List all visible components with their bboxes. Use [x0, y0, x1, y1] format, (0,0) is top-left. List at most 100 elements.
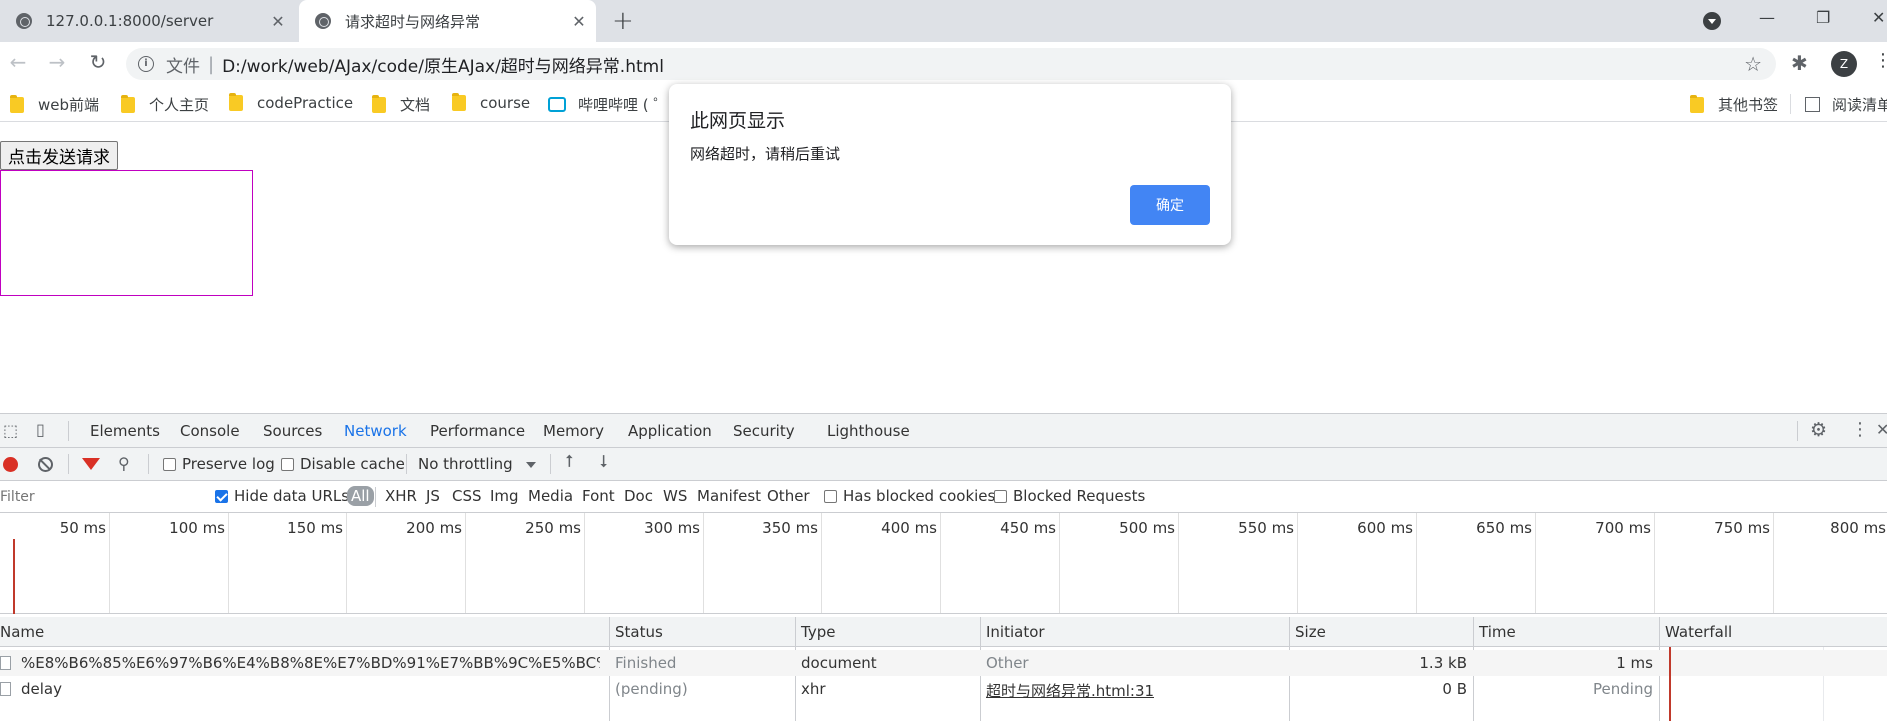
device-toggle-icon[interactable]: ▯	[36, 420, 45, 439]
filter-input[interactable]	[0, 487, 200, 507]
bookmark-item[interactable]: 其他书签	[1690, 94, 1778, 115]
timeline-tick: 200 ms	[406, 519, 462, 537]
tab-server[interactable]: 127.0.0.1:8000/server ✕	[0, 0, 295, 42]
tab-application[interactable]: Application	[628, 422, 712, 440]
send-request-button[interactable]: 点击发送请求	[0, 141, 118, 170]
close-icon[interactable]: ✕	[269, 12, 287, 31]
request-initiator-link[interactable]: 超时与网络异常.html:31	[986, 680, 1154, 701]
filter-type-img[interactable]: Img	[490, 487, 519, 505]
timeline-gridline	[465, 513, 466, 613]
table-row[interactable]: delay (pending) xhr 超时与网络异常.html:31 0 B …	[0, 676, 1887, 702]
globe-icon	[16, 13, 32, 29]
checkbox[interactable]	[994, 490, 1007, 503]
preserve-log-checkbox[interactable]: Preserve log	[163, 455, 275, 473]
table-row[interactable]: %E8%B6%85%E6%97%B6%E4%B8%8E%E7%BD%91%E7%…	[0, 650, 1887, 676]
info-icon[interactable]: i	[138, 56, 154, 72]
tab-console[interactable]: Console	[180, 422, 240, 440]
chevron-down-icon	[526, 462, 536, 468]
more-options-icon[interactable]: ⋮	[1851, 419, 1869, 440]
blocked-cookies-checkbox[interactable]: Has blocked cookies	[824, 487, 995, 505]
menu-icon[interactable]: ⋮	[1874, 50, 1887, 71]
bookmark-item[interactable]: 哔哩哔哩 ( ゜-	[548, 94, 674, 115]
close-icon[interactable]: ✕	[570, 12, 588, 31]
bookmark-star-icon[interactable]: ☆	[1744, 52, 1762, 76]
export-har-icon[interactable]: ⭣	[600, 452, 608, 472]
network-overview-timeline[interactable]: 50 ms 100 ms 150 ms 200 ms 250 ms 300 ms…	[0, 513, 1887, 614]
reading-list[interactable]: 阅读清单	[1805, 94, 1887, 115]
filter-type-other[interactable]: Other	[767, 487, 810, 505]
bookmark-item[interactable]: 文档	[372, 94, 430, 115]
throttling-select[interactable]: No throttling	[418, 455, 513, 473]
tab-search-icon[interactable]	[1703, 12, 1721, 30]
inspect-icon[interactable]: ⬚	[3, 421, 18, 440]
clear-icon[interactable]	[38, 457, 53, 472]
bookmark-item[interactable]: course	[452, 93, 530, 112]
address-bar[interactable]: i 文件 | D:/work/web/AJax/code/原生AJax/超时与网…	[126, 48, 1776, 80]
timeline-tick: 250 ms	[525, 519, 581, 537]
tab-memory[interactable]: Memory	[543, 422, 604, 440]
minimize-icon[interactable]: —	[1759, 8, 1775, 27]
search-icon[interactable]: ⚲	[118, 454, 130, 473]
ok-button[interactable]: 确定	[1130, 185, 1210, 225]
bookmark-item[interactable]: codePractice	[229, 93, 353, 112]
filter-type-font[interactable]: Font	[582, 487, 615, 505]
avatar[interactable]: Z	[1831, 51, 1857, 77]
checkbox[interactable]	[281, 458, 294, 471]
bookmark-item[interactable]: web前端	[10, 94, 99, 115]
filter-type-manifest[interactable]: Manifest	[697, 487, 761, 505]
document-icon	[0, 656, 11, 670]
url-text[interactable]: D:/work/web/AJax/code/原生AJax/超时与网络异常.htm…	[222, 52, 664, 77]
column-initiator[interactable]: Initiator	[986, 623, 1045, 641]
new-tab-icon[interactable]: +	[612, 6, 634, 36]
filter-icon[interactable]	[82, 458, 100, 470]
tab-network[interactable]: Network	[340, 422, 411, 451]
filter-type-ws[interactable]: WS	[663, 487, 687, 505]
divider	[148, 454, 149, 474]
reload-icon[interactable]: ↻	[84, 50, 112, 74]
restore-icon[interactable]: ❐	[1816, 8, 1830, 27]
filter-type-media[interactable]: Media	[528, 487, 573, 505]
extensions-icon[interactable]: ✱	[1791, 51, 1808, 75]
request-name-text: %E8%B6%85%E6%97%B6%E4%B8%8E%E7%BD%91%E7%…	[21, 654, 600, 672]
forward-icon[interactable]: →	[43, 50, 71, 74]
divider	[550, 454, 551, 474]
request-type: document	[801, 654, 877, 672]
blocked-requests-checkbox[interactable]: Blocked Requests	[994, 487, 1145, 505]
column-name[interactable]: Name	[0, 623, 44, 641]
checkbox-label: Disable cache	[300, 455, 405, 473]
tab-security[interactable]: Security	[733, 422, 795, 440]
filter-type-all[interactable]: All	[347, 486, 374, 506]
record-icon[interactable]	[3, 457, 18, 472]
checkbox[interactable]	[215, 490, 228, 503]
globe-icon	[315, 13, 331, 29]
timeline-gridline	[228, 513, 229, 613]
column-waterfall[interactable]: Waterfall	[1665, 623, 1732, 641]
filter-type-js[interactable]: JS	[426, 487, 440, 505]
column-time[interactable]: Time	[1479, 623, 1516, 641]
import-har-icon[interactable]: ⭡	[565, 452, 573, 472]
request-name: delay	[0, 680, 600, 698]
disable-cache-checkbox[interactable]: Disable cache	[281, 455, 405, 473]
hide-data-urls-checkbox[interactable]: Hide data URLs	[215, 487, 349, 505]
tab-active[interactable]: 请求超时与网络异常 ✕	[299, 0, 596, 42]
column-size[interactable]: Size	[1295, 623, 1326, 641]
filter-type-css[interactable]: CSS	[452, 487, 482, 505]
column-status[interactable]: Status	[615, 623, 663, 641]
bookmark-item[interactable]: 个人主页	[121, 94, 209, 115]
tab-performance[interactable]: Performance	[430, 422, 525, 440]
timeline-tick: 700 ms	[1595, 519, 1651, 537]
timeline-tick: 450 ms	[1000, 519, 1056, 537]
tab-sources[interactable]: Sources	[263, 422, 322, 440]
back-icon[interactable]: ←	[4, 50, 32, 74]
filter-type-doc[interactable]: Doc	[624, 487, 653, 505]
checkbox[interactable]	[824, 490, 837, 503]
close-window-icon[interactable]: ✕	[1872, 8, 1885, 27]
checkbox[interactable]	[163, 458, 176, 471]
tab-elements[interactable]: Elements	[90, 422, 160, 440]
filter-type-xhr[interactable]: XHR	[385, 487, 417, 505]
column-type[interactable]: Type	[801, 623, 835, 641]
tab-lighthouse[interactable]: Lighthouse	[827, 422, 910, 440]
timeline-gridline	[1416, 513, 1417, 613]
close-devtools-icon[interactable]: ✕	[1876, 420, 1887, 439]
settings-gear-icon[interactable]: ⚙	[1810, 419, 1827, 441]
